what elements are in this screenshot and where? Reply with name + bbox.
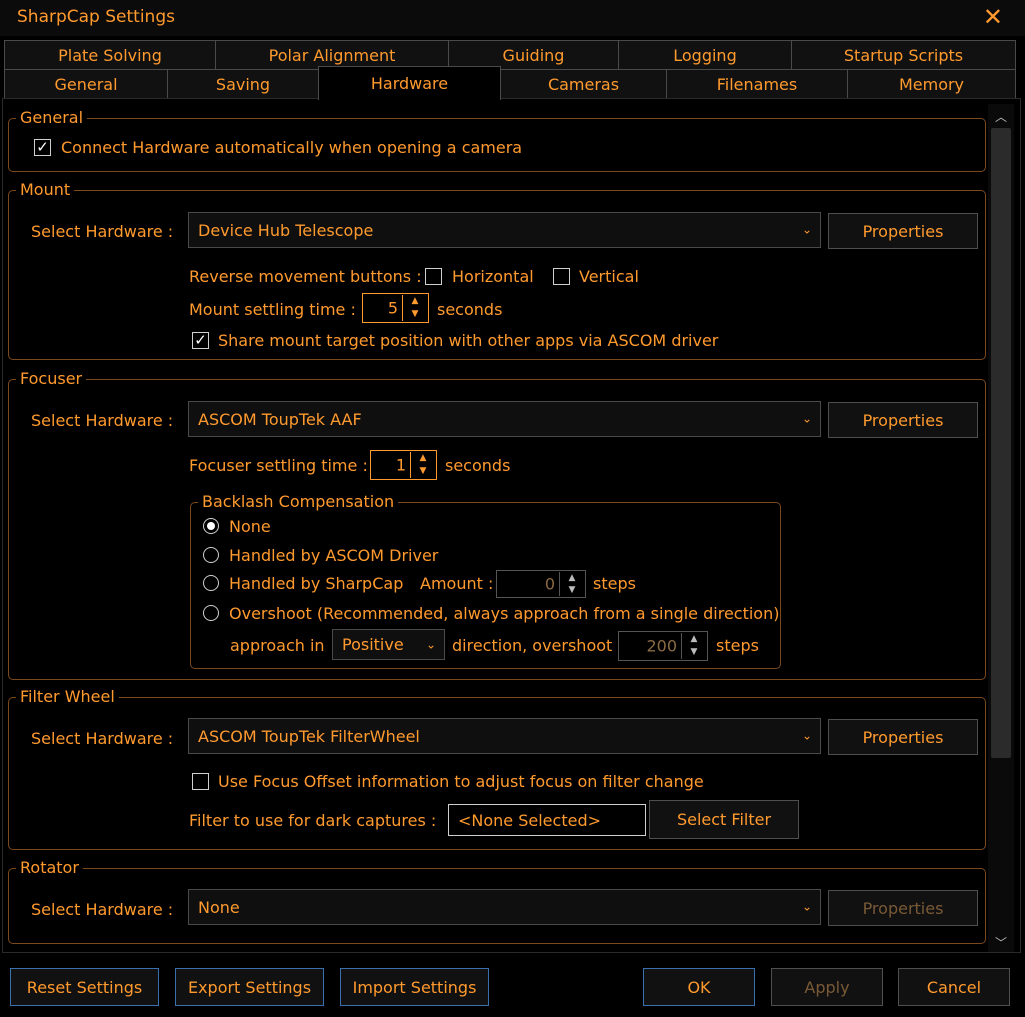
rotator-hardware-select[interactable]: None ⌄ [188, 889, 821, 925]
focus-offset-label: Use Focus Offset information to adjust f… [218, 772, 704, 791]
reverse-vertical-checkbox[interactable] [553, 268, 570, 285]
arrow-down-icon[interactable]: ▼ [682, 646, 706, 659]
connect-auto-label: Connect Hardware automatically when open… [61, 138, 523, 157]
filter-wheel-hardware-value: ASCOM ToupTek FilterWheel [198, 726, 420, 746]
rotator-properties-button[interactable]: Properties [828, 890, 978, 926]
backlash-none-label: None [229, 517, 271, 536]
backlash-amount-spinner[interactable]: 0 ▲ ▼ [496, 570, 586, 598]
arrow-down-icon[interactable]: ▼ [560, 584, 584, 596]
tab-general[interactable]: General [4, 69, 168, 99]
reset-settings-button[interactable]: Reset Settings [10, 968, 159, 1006]
reverse-horizontal-checkbox[interactable] [425, 268, 442, 285]
backlash-none-radio[interactable] [203, 518, 219, 534]
backlash-overshoot-label: Overshoot (Recommended, always approach … [229, 604, 780, 623]
focuser-seconds-label: seconds [445, 456, 511, 475]
import-settings-button[interactable]: Import Settings [340, 968, 489, 1006]
backlash-overshoot-radio[interactable] [203, 605, 219, 621]
rotator-hardware-value: None [198, 897, 240, 917]
share-mount-checkbox[interactable]: ✓ [192, 332, 209, 349]
backlash-sharpcap-radio[interactable] [203, 575, 219, 591]
focus-offset-checkbox[interactable] [192, 773, 209, 790]
tab-filenames[interactable]: Filenames [666, 69, 848, 99]
scroll-down-icon[interactable]: ﹀ [988, 934, 1014, 951]
cancel-button[interactable]: Cancel [898, 968, 1010, 1006]
focuser-settling-label: Focuser settling time : [189, 456, 368, 475]
checkmark-icon: ✓ [36, 138, 49, 156]
focuser-select-label: Select Hardware : [31, 411, 174, 430]
share-mount-label: Share mount target position with other a… [218, 331, 719, 350]
arrow-up-icon[interactable]: ▲ [411, 452, 435, 465]
filter-wheel-group-legend: Filter Wheel [16, 688, 119, 706]
tab-memory[interactable]: Memory [847, 69, 1016, 99]
tab-startup-scripts[interactable]: Startup Scripts [791, 40, 1016, 70]
mount-seconds-label: seconds [437, 300, 503, 319]
backlash-ascom-label: Handled by ASCOM Driver [229, 546, 439, 565]
chevron-down-icon: ⌄ [801, 899, 812, 914]
arrow-up-icon[interactable]: ▲ [560, 572, 584, 584]
chevron-down-icon: ⌄ [425, 636, 436, 651]
focuser-group-legend: Focuser [16, 370, 87, 388]
mount-select-label: Select Hardware : [31, 222, 174, 241]
direction-select[interactable]: Positive ⌄ [332, 629, 445, 660]
export-settings-button[interactable]: Export Settings [175, 968, 324, 1006]
filter-wheel-properties-button[interactable]: Properties [828, 719, 978, 755]
mount-hardware-value: Device Hub Telescope [198, 220, 374, 240]
backlash-group-legend: Backlash Compensation [198, 493, 399, 511]
tab-plate-solving[interactable]: Plate Solving [4, 40, 216, 70]
arrow-down-icon[interactable]: ▼ [403, 308, 427, 321]
window-title: SharpCap Settings [17, 7, 175, 27]
overshoot-steps-label: steps [716, 636, 759, 655]
apply-button[interactable]: Apply [771, 968, 883, 1006]
reverse-movement-label: Reverse movement buttons : [189, 267, 422, 286]
mount-settling-spinner[interactable]: 5 ▲ ▼ [362, 293, 429, 323]
rotator-select-label: Select Hardware : [31, 900, 174, 919]
focuser-hardware-select[interactable]: ASCOM ToupTek AAF ⌄ [188, 401, 821, 437]
checkmark-icon: ✓ [194, 331, 207, 349]
backlash-amount-label: Amount : [420, 574, 494, 593]
filter-wheel-hardware-select[interactable]: ASCOM ToupTek FilterWheel ⌄ [188, 718, 821, 754]
mount-properties-button[interactable]: Properties [828, 213, 978, 249]
chevron-down-icon: ⌄ [801, 222, 812, 237]
general-group-legend: General [16, 109, 88, 127]
direction-value: Positive [342, 635, 404, 654]
dark-capture-label: Filter to use for dark captures : [189, 811, 437, 830]
select-filter-button[interactable]: Select Filter [649, 800, 799, 839]
backlash-steps-label: steps [593, 574, 636, 593]
arrow-down-icon[interactable]: ▼ [411, 465, 435, 478]
ok-button[interactable]: OK [643, 968, 755, 1006]
reverse-vertical-label: Vertical [579, 267, 639, 286]
backlash-ascom-radio[interactable] [203, 547, 219, 563]
arrow-up-icon[interactable]: ▲ [403, 295, 427, 308]
backlash-amount-value: 0 [544, 574, 555, 594]
connect-auto-checkbox[interactable]: ✓ [34, 139, 51, 156]
approach-label: approach in [230, 636, 325, 655]
tab-logging[interactable]: Logging [618, 40, 792, 70]
focuser-settling-spinner[interactable]: 1 ▲ ▼ [370, 450, 437, 480]
focuser-hardware-value: ASCOM ToupTek AAF [198, 409, 362, 429]
arrow-up-icon[interactable]: ▲ [682, 633, 706, 646]
focuser-properties-button[interactable]: Properties [828, 402, 978, 438]
direction-overshoot-label: direction, overshoot [452, 636, 613, 655]
chevron-down-icon: ⌄ [801, 411, 812, 426]
backlash-sharpcap-label: Handled by SharpCap [229, 574, 404, 593]
scroll-up-icon[interactable]: ︿ [988, 108, 1014, 125]
filter-wheel-select-label: Select Hardware : [31, 729, 174, 748]
scrollbar-thumb[interactable] [991, 128, 1011, 758]
overshoot-spinner[interactable]: 200 ▲ ▼ [618, 631, 708, 661]
chevron-down-icon: ⌄ [801, 728, 812, 743]
reverse-horizontal-label: Horizontal [452, 267, 534, 286]
mount-settling-value: 5 [387, 298, 398, 318]
tab-saving[interactable]: Saving [167, 69, 319, 99]
overshoot-value: 200 [646, 636, 677, 656]
mount-hardware-select[interactable]: Device Hub Telescope ⌄ [188, 212, 821, 248]
focuser-settling-value: 1 [395, 455, 406, 475]
close-icon[interactable]: ✕ [983, 3, 1003, 31]
dark-filter-field[interactable]: <None Selected> [448, 804, 646, 836]
mount-settling-label: Mount settling time : [189, 300, 356, 319]
rotator-group-legend: Rotator [16, 859, 83, 877]
mount-group-legend: Mount [16, 181, 75, 199]
tab-hardware[interactable]: Hardware [318, 66, 501, 100]
tab-cameras[interactable]: Cameras [500, 69, 667, 99]
